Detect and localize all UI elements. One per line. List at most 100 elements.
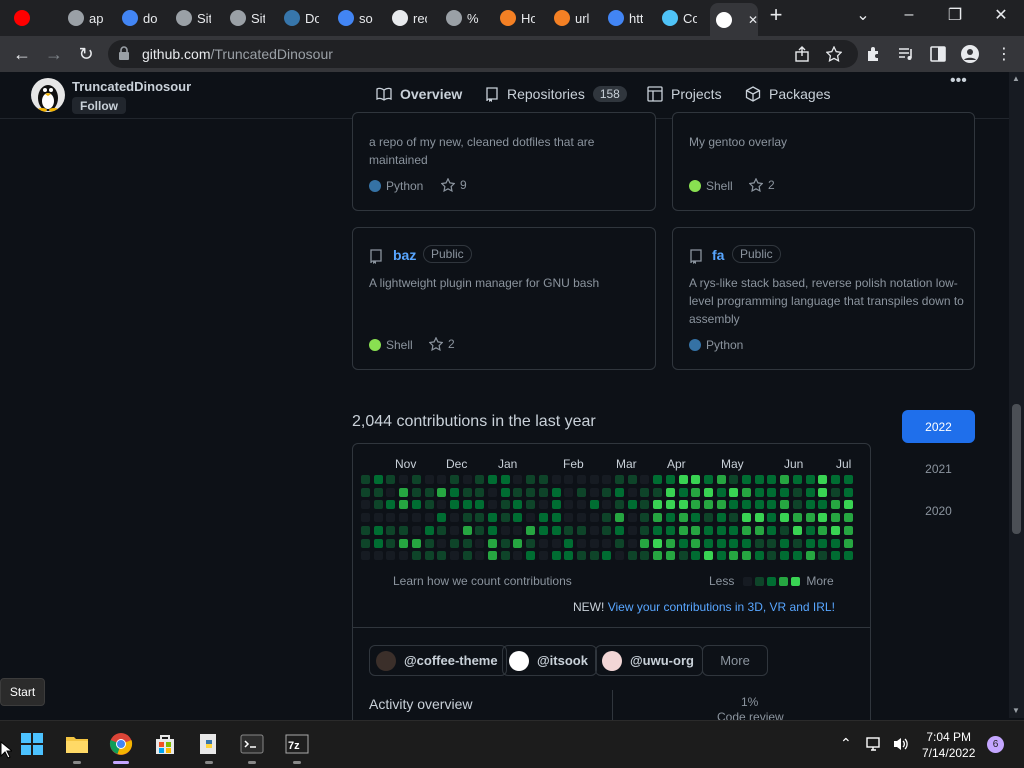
contribution-day-cell[interactable] — [449, 525, 459, 535]
contribution-day-cell[interactable] — [780, 551, 790, 561]
contribution-day-cell[interactable] — [589, 513, 599, 523]
contribution-day-cell[interactable] — [767, 500, 777, 510]
contribution-day-cell[interactable] — [475, 475, 485, 484]
contribution-day-cell[interactable] — [653, 513, 663, 523]
contribution-day-cell[interactable] — [475, 487, 485, 497]
contribution-day-cell[interactable] — [576, 525, 586, 535]
contribution-day-cell[interactable] — [742, 500, 751, 510]
notification-badge[interactable]: 6 — [987, 736, 1004, 753]
contribution-day-cell[interactable] — [437, 500, 447, 510]
contribution-day-cell[interactable] — [703, 500, 713, 510]
contribution-day-cell[interactable] — [716, 551, 726, 561]
contribution-day-cell[interactable] — [475, 551, 485, 561]
contribution-day-cell[interactable] — [449, 500, 459, 510]
browser-tab[interactable]: % — [440, 5, 494, 31]
contribution-day-cell[interactable] — [627, 475, 637, 484]
contribution-day-cell[interactable] — [754, 551, 764, 561]
contribution-day-cell[interactable] — [462, 538, 472, 548]
contribution-day-cell[interactable] — [792, 513, 802, 523]
contribution-day-cell[interactable] — [615, 500, 624, 510]
contribution-day-cell[interactable] — [754, 513, 764, 523]
contribution-day-cell[interactable] — [627, 525, 637, 535]
browser-tab[interactable]: htt — [602, 5, 656, 31]
contribution-day-cell[interactable] — [665, 551, 675, 561]
contribution-day-cell[interactable] — [665, 487, 675, 497]
contribution-day-cell[interactable] — [500, 525, 510, 535]
contribution-day-cell[interactable] — [754, 538, 764, 548]
contribution-day-cell[interactable] — [830, 475, 840, 484]
contribution-day-cell[interactable] — [576, 500, 586, 510]
contribution-day-cell[interactable] — [678, 513, 688, 523]
contribution-day-cell[interactable] — [399, 525, 409, 535]
contribution-day-cell[interactable] — [640, 500, 650, 510]
7zip-icon[interactable]: 7z — [285, 732, 309, 756]
contribution-day-cell[interactable] — [411, 513, 421, 523]
contribution-day-cell[interactable] — [589, 487, 599, 497]
contribution-day-cell[interactable] — [513, 487, 523, 497]
contribution-day-cell[interactable] — [551, 487, 561, 497]
contribution-day-cell[interactable] — [716, 525, 726, 535]
contribution-day-cell[interactable] — [665, 525, 675, 535]
contribution-day-cell[interactable] — [653, 525, 663, 535]
side-panel-icon[interactable] — [929, 45, 947, 63]
contribution-day-cell[interactable] — [373, 500, 383, 510]
contribution-day-cell[interactable] — [551, 513, 561, 523]
contribution-day-cell[interactable] — [805, 487, 815, 497]
contribution-day-cell[interactable] — [564, 525, 574, 535]
contribution-day-cell[interactable] — [399, 500, 409, 510]
contribution-day-cell[interactable] — [716, 538, 726, 548]
contribution-day-cell[interactable] — [538, 475, 548, 484]
contribution-day-cell[interactable] — [373, 525, 383, 535]
contribution-day-cell[interactable] — [830, 500, 840, 510]
contribution-day-cell[interactable] — [615, 513, 624, 523]
contribution-day-cell[interactable] — [564, 513, 574, 523]
repo-stars-link[interactable]: 9 — [441, 178, 467, 192]
contribution-day-cell[interactable] — [437, 513, 447, 523]
contribution-day-cell[interactable] — [830, 525, 840, 535]
contribution-day-cell[interactable] — [754, 500, 764, 510]
browser-tab[interactable]: Ho — [494, 5, 548, 31]
contribution-day-cell[interactable] — [843, 500, 853, 510]
contribution-day-cell[interactable] — [818, 500, 828, 510]
contribution-day-cell[interactable] — [767, 475, 777, 484]
contribution-day-cell[interactable] — [361, 513, 370, 523]
contribution-day-cell[interactable] — [691, 475, 701, 484]
contribution-day-cell[interactable] — [640, 487, 650, 497]
contribution-day-cell[interactable] — [551, 551, 561, 561]
browser-tab[interactable] — [8, 5, 62, 31]
contribution-day-cell[interactable] — [488, 525, 497, 535]
contribution-day-cell[interactable] — [437, 538, 447, 548]
browser-tab[interactable]: Sit — [170, 5, 224, 31]
contribution-day-cell[interactable] — [653, 475, 663, 484]
contribution-day-cell[interactable] — [653, 500, 663, 510]
contribution-day-cell[interactable] — [729, 487, 739, 497]
contribution-day-cell[interactable] — [653, 551, 663, 561]
taskbar-clock[interactable]: 7:04 PM 7/14/2022 — [922, 729, 975, 761]
contribution-day-cell[interactable] — [564, 475, 574, 484]
contribution-day-cell[interactable] — [386, 475, 396, 484]
contribution-day-cell[interactable] — [640, 538, 650, 548]
chrome-icon[interactable] — [109, 732, 133, 756]
bookmark-star-icon[interactable] — [826, 46, 842, 62]
contribution-day-cell[interactable] — [513, 538, 523, 548]
terminal-icon[interactable] — [240, 732, 264, 756]
contribution-day-cell[interactable] — [729, 500, 739, 510]
address-bar[interactable]: github.com/TruncatedDinosour — [108, 40, 858, 68]
repo-stars-link[interactable]: 2 — [749, 178, 775, 192]
contribution-day-cell[interactable] — [551, 500, 561, 510]
contribution-day-cell[interactable] — [780, 487, 790, 497]
tab-repositories[interactable]: Repositories 158 — [485, 86, 627, 102]
contribution-day-cell[interactable] — [792, 500, 802, 510]
forward-icon[interactable]: → — [40, 40, 68, 68]
contribution-day-cell[interactable] — [411, 538, 421, 548]
contribution-day-cell[interactable] — [830, 551, 840, 561]
contribution-day-cell[interactable] — [526, 475, 536, 484]
contribution-day-cell[interactable] — [691, 513, 701, 523]
browser-tab[interactable]: rec — [386, 5, 440, 31]
tab-overview[interactable]: Overview — [376, 86, 462, 102]
contribution-day-cell[interactable] — [399, 551, 409, 561]
contribution-day-cell[interactable] — [602, 475, 612, 484]
contribution-day-cell[interactable] — [665, 475, 675, 484]
browser-tab[interactable]: ap — [62, 5, 116, 31]
contribution-day-cell[interactable] — [742, 538, 751, 548]
